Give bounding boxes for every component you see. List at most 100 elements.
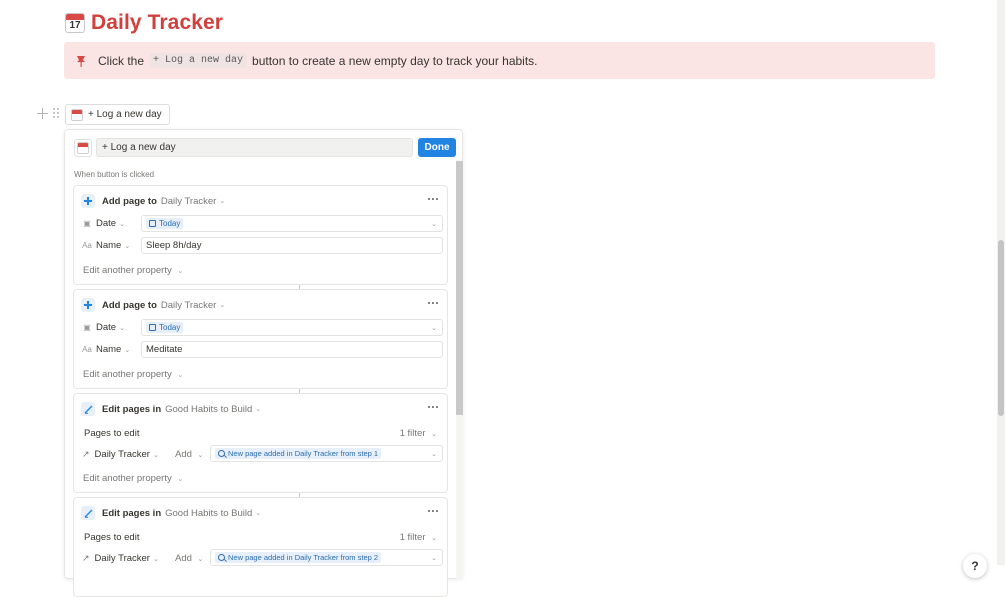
step-header: Add page to Daily Tracker ⌄ [81, 194, 225, 208]
property-row: ▣ Date ⌄ [82, 322, 140, 333]
edit-another-label: Edit another property [83, 265, 172, 276]
chevron-down-icon: ⌄ [124, 346, 131, 354]
step-card: Edit pages in Good Habits to Build ⌄ Pag… [73, 497, 448, 597]
chevron-down-icon: ⌄ [219, 198, 226, 205]
step-card: Add page to Daily Tracker ⌄ ▣ Date ⌄ Tod… [73, 289, 448, 389]
calendar-prop-icon: ▣ [83, 323, 91, 332]
property-label: Date [96, 218, 117, 229]
step-target-select[interactable]: Daily Tracker [161, 300, 216, 311]
today-chip: Today [146, 322, 184, 333]
filter-label: 1 filter [399, 428, 426, 439]
pin-icon [77, 55, 85, 67]
step-action: Edit pages in [102, 507, 162, 519]
filter-dropdown[interactable]: 1 filter ⌄ [400, 532, 437, 543]
chevron-down-icon: ⌄ [119, 220, 125, 228]
relation-property[interactable]: ↗ Daily Tracker ⌄ [82, 553, 159, 564]
page-scrollbar-thumb[interactable] [998, 240, 1004, 416]
plus-icon [81, 194, 95, 208]
property-row: Aa Name ⌄ [82, 240, 140, 251]
inline-code: + Log a new day [149, 53, 248, 68]
edit-another-property[interactable]: Edit another property ⌄ [83, 369, 183, 380]
chevron-down-icon: ⌄ [177, 476, 184, 483]
calendar-prop-icon: ▣ [83, 219, 91, 228]
log-new-day-label: + Log a new day [88, 109, 162, 120]
date-field[interactable]: Today ⌄ [141, 215, 443, 232]
callout-text: Click the + Log a new day button to crea… [98, 53, 538, 68]
chevron-down-icon: ⌄ [197, 452, 204, 459]
chevron-down-icon: ⌄ [197, 556, 204, 563]
today-chip: Today [146, 218, 184, 229]
button-name-input[interactable]: + Log a new day [96, 138, 413, 157]
add-block-icon[interactable] [37, 108, 48, 119]
relation-arrow-icon: ↗ [82, 553, 90, 563]
step-reference-chip: New page added in Daily Tracker from ste… [215, 552, 382, 563]
step-target-select[interactable]: Good Habits to Build [165, 508, 252, 519]
more-options-icon[interactable] [428, 510, 438, 512]
step-card: Edit pages in Good Habits to Build ⌄ Pag… [73, 393, 448, 493]
edit-another-label: Edit another property [83, 369, 172, 380]
step-action: Add page to [102, 195, 157, 207]
chevron-down-icon: ⌄ [431, 431, 437, 438]
done-button[interactable]: Done [418, 138, 456, 157]
property-name[interactable]: Aa Name ⌄ [82, 240, 140, 251]
add-select[interactable]: Add ⌄ [175, 553, 203, 564]
chip-label: New page added in Daily Tracker from ste… [228, 553, 379, 562]
pencil-icon [81, 402, 95, 416]
calendar-icon [77, 141, 89, 154]
step-header: Add page to Daily Tracker ⌄ [81, 298, 225, 312]
date-field[interactable]: Today ⌄ [141, 319, 443, 336]
step-action: Edit pages in [102, 403, 162, 415]
property-name[interactable]: Aa Name ⌄ [82, 344, 140, 355]
relation-value-field[interactable]: New page added in Daily Tracker from ste… [210, 445, 443, 462]
step-header: Edit pages in Good Habits to Build ⌄ [81, 506, 261, 520]
step-target-select[interactable]: Daily Tracker [161, 196, 216, 207]
more-options-icon[interactable] [428, 198, 438, 200]
button-icon-picker[interactable] [74, 138, 92, 157]
name-field[interactable]: Meditate [141, 341, 443, 358]
plus-icon [81, 298, 95, 312]
editor-scrollbar-thumb[interactable] [456, 161, 463, 415]
date-value: Today [159, 323, 181, 332]
add-label: Add [175, 553, 192, 564]
callout-text-after: button to create a new empty day to trac… [252, 53, 538, 68]
edit-another-property[interactable]: Edit another property ⌄ [83, 473, 183, 484]
property-label: Name [96, 240, 122, 251]
help-button[interactable]: ? [963, 554, 987, 578]
relation-value-field[interactable]: New page added in Daily Tracker from ste… [210, 549, 443, 566]
calendar-chip-icon [149, 220, 156, 227]
step-card: Add page to Daily Tracker ⌄ ▣ Date ⌄ Tod… [73, 185, 448, 285]
chevron-down-icon: ⌄ [431, 535, 437, 542]
property-name[interactable]: ▣ Date ⌄ [82, 322, 140, 333]
trigger-label: When button is clicked [74, 170, 155, 179]
more-options-icon[interactable] [428, 406, 438, 408]
chevron-down-icon: ⌄ [431, 324, 437, 332]
chevron-down-icon: ⌄ [177, 268, 184, 275]
edit-another-property[interactable]: Edit another property ⌄ [83, 265, 183, 276]
pages-to-edit-label: Pages to edit [84, 532, 140, 543]
chevron-down-icon: ⌄ [124, 242, 131, 250]
log-new-day-button[interactable]: + Log a new day [65, 104, 170, 125]
calendar-chip-icon [149, 324, 156, 331]
add-select[interactable]: Add ⌄ [175, 449, 203, 460]
chevron-down-icon: ⌄ [177, 372, 184, 379]
chevron-down-icon: ⌄ [431, 554, 437, 562]
step-target-select[interactable]: Good Habits to Build [165, 404, 252, 415]
edit-another-label: Edit another property [83, 473, 172, 484]
property-row: Aa Name ⌄ [82, 344, 140, 355]
text-prop-icon: Aa [82, 241, 92, 250]
filter-dropdown[interactable]: 1 filter ⌄ [400, 428, 437, 439]
relation-property[interactable]: ↗ Daily Tracker ⌄ [82, 449, 159, 460]
relation-label: Daily Tracker [94, 449, 150, 460]
property-name[interactable]: ▣ Date ⌄ [82, 218, 140, 229]
drag-handle-icon[interactable] [53, 108, 60, 119]
more-options-icon[interactable] [428, 302, 438, 304]
name-field[interactable]: Sleep 8h/day [141, 237, 443, 254]
chevron-down-icon: ⌄ [431, 220, 437, 228]
property-row: ▣ Date ⌄ [82, 218, 140, 229]
calendar-icon [65, 13, 85, 33]
callout: Click the + Log a new day button to crea… [64, 42, 935, 79]
chevron-down-icon: ⌄ [119, 324, 125, 332]
chevron-down-icon: ⌄ [431, 450, 437, 458]
button-editor: + Log a new day Done When button is clic… [64, 129, 463, 597]
relation-arrow-icon: ↗ [82, 449, 90, 459]
